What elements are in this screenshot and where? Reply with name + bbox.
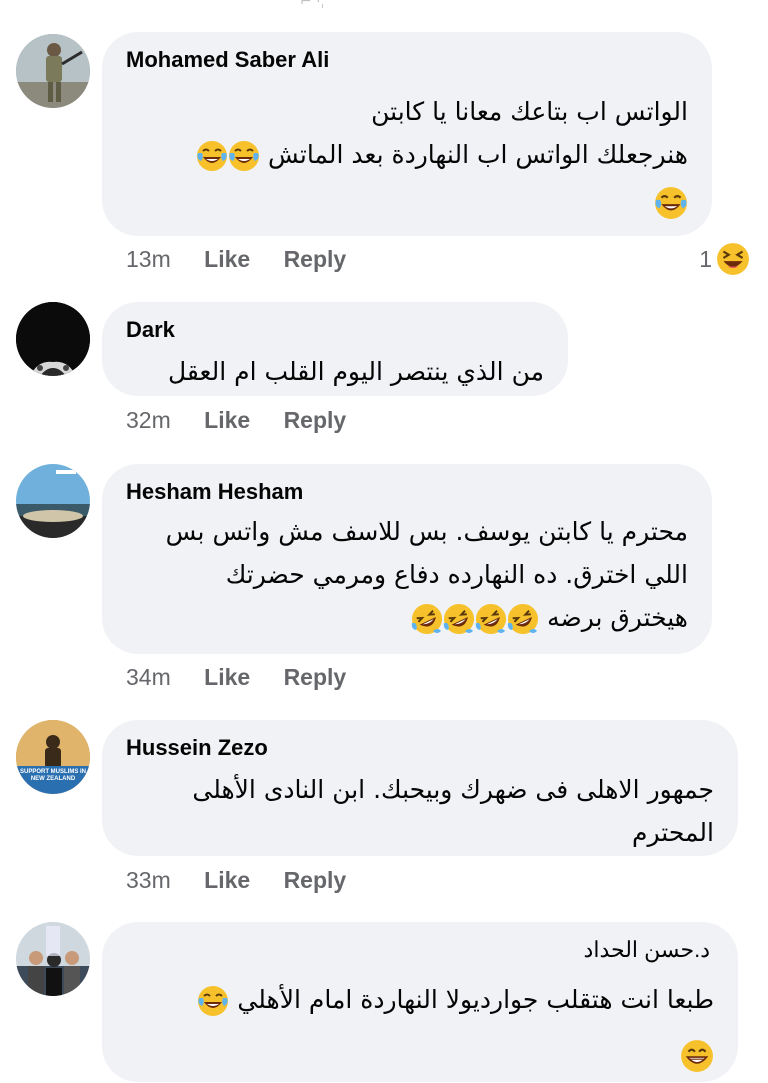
like-button[interactable]: Like xyxy=(204,867,250,894)
comment-line: اللي اخترق. ده النهارده دفاع ومرمي حضرتك xyxy=(225,560,688,589)
rofl-emoji-icon xyxy=(507,603,540,635)
avatar[interactable] xyxy=(16,302,90,376)
like-button[interactable]: Like xyxy=(204,246,250,273)
comment-line: جمهور الاهلى فى ضهرك وبيحبك. ابن النادى … xyxy=(192,775,714,804)
comment-author[interactable]: Hesham Hesham xyxy=(126,479,303,505)
comment-author[interactable]: Hussein Zezo xyxy=(126,735,268,761)
like-button[interactable]: Like xyxy=(204,664,250,691)
comment-time[interactable]: 33m xyxy=(126,867,171,894)
comment-line: الواتس اب بتاعك معانا يا كابتن xyxy=(371,97,688,126)
comment-text: طبعا انت هتقلب جوارديولا النهاردة امام ا… xyxy=(197,978,714,1076)
reaction-count: 1 xyxy=(699,245,712,272)
reaction-summary[interactable]: 1 xyxy=(699,242,750,276)
avatar[interactable] xyxy=(16,34,90,108)
comment-text: محترم يا كابتن يوسف. بس للاسف مش واتس بس… xyxy=(166,510,688,639)
joy-emoji-icon xyxy=(197,985,230,1017)
reply-button[interactable]: Reply xyxy=(284,867,347,894)
comment-meta: 33m Like Reply xyxy=(126,867,373,894)
reply-button[interactable]: Reply xyxy=(284,407,347,434)
comment-line: هنرجعلك الواتس اب النهاردة بعد الماتش xyxy=(267,140,688,169)
joy-emoji-icon xyxy=(196,140,229,172)
comment-author[interactable]: Mohamed Saber Ali xyxy=(126,47,329,73)
comment-meta: 13m Like Reply xyxy=(126,246,373,273)
comment-author[interactable]: Dark xyxy=(126,317,175,343)
rofl-emoji-icon xyxy=(443,603,476,635)
comment-line-emoji xyxy=(196,180,688,223)
comment-time[interactable]: 13m xyxy=(126,246,171,273)
comment-author[interactable]: د.حسن الحداد xyxy=(584,937,710,963)
joy-emoji-icon xyxy=(228,140,261,172)
comment-line: المحترم xyxy=(632,818,714,847)
comment-line: محترم يا كابتن يوسف. بس للاسف مش واتس بس xyxy=(165,517,688,546)
truncated-previous-content: ⌐ ·ˌ xyxy=(300,0,325,10)
comment-line: من الذي ينتصر اليوم القلب ام العقل xyxy=(167,357,544,386)
comment-bubble: Hussein Zezo جمهور الاهلى فى ضهرك وبيحبك… xyxy=(102,720,738,856)
reply-button[interactable]: Reply xyxy=(284,246,347,273)
reply-button[interactable]: Reply xyxy=(284,664,347,691)
comment-bubble: Dark من الذي ينتصر اليوم القلب ام العقل xyxy=(102,302,568,396)
comment-line: طبعا انت هتقلب جوارديولا النهاردة امام ا… xyxy=(237,985,714,1014)
avatar[interactable]: SUPPORT MUSLIMS IN NEW ZEALAND xyxy=(16,720,90,794)
comment-text: من الذي ينتصر اليوم القلب ام العقل xyxy=(168,350,544,393)
comment-bubble: د.حسن الحداد طبعا انت هتقلب جوارديولا ال… xyxy=(102,922,738,1082)
comment-line-with-emoji: طبعا انت هتقلب جوارديولا النهاردة امام ا… xyxy=(197,978,714,1021)
grin-emoji-icon xyxy=(680,1039,714,1073)
comment-meta: 34m Like Reply xyxy=(126,664,373,691)
rofl-emoji-icon xyxy=(475,603,508,635)
comment-bubble: Hesham Hesham محترم يا كابتن يوسف. بس لل… xyxy=(102,464,712,654)
comment-bubble: Mohamed Saber Ali الواتس اب بتاعك معانا … xyxy=(102,32,712,236)
comment-meta: 32m Like Reply xyxy=(126,407,373,434)
avatar-banner-text: SUPPORT MUSLIMS IN NEW ZEALAND xyxy=(20,769,87,782)
comment-text: الواتس اب بتاعك معانا يا كابتن هنرجعلك ا… xyxy=(196,90,688,223)
comment-line: هيخترق برضه xyxy=(547,603,688,632)
comment-text: جمهور الاهلى فى ضهرك وبيحبك. ابن النادى … xyxy=(192,768,714,854)
joy-emoji-icon xyxy=(654,186,688,220)
comment-time[interactable]: 34m xyxy=(126,664,171,691)
laugh-reaction-icon xyxy=(716,242,750,276)
avatar[interactable] xyxy=(16,922,90,996)
comment-time[interactable]: 32m xyxy=(126,407,171,434)
rofl-emoji-icon xyxy=(411,603,444,635)
like-button[interactable]: Like xyxy=(204,407,250,434)
comment-line-emoji xyxy=(197,1033,714,1076)
comment-line-with-emoji: هنرجعلك الواتس اب النهاردة بعد الماتش xyxy=(196,133,688,176)
comment-line-with-emoji: هيخترق برضه xyxy=(166,596,688,639)
avatar[interactable] xyxy=(16,464,90,538)
